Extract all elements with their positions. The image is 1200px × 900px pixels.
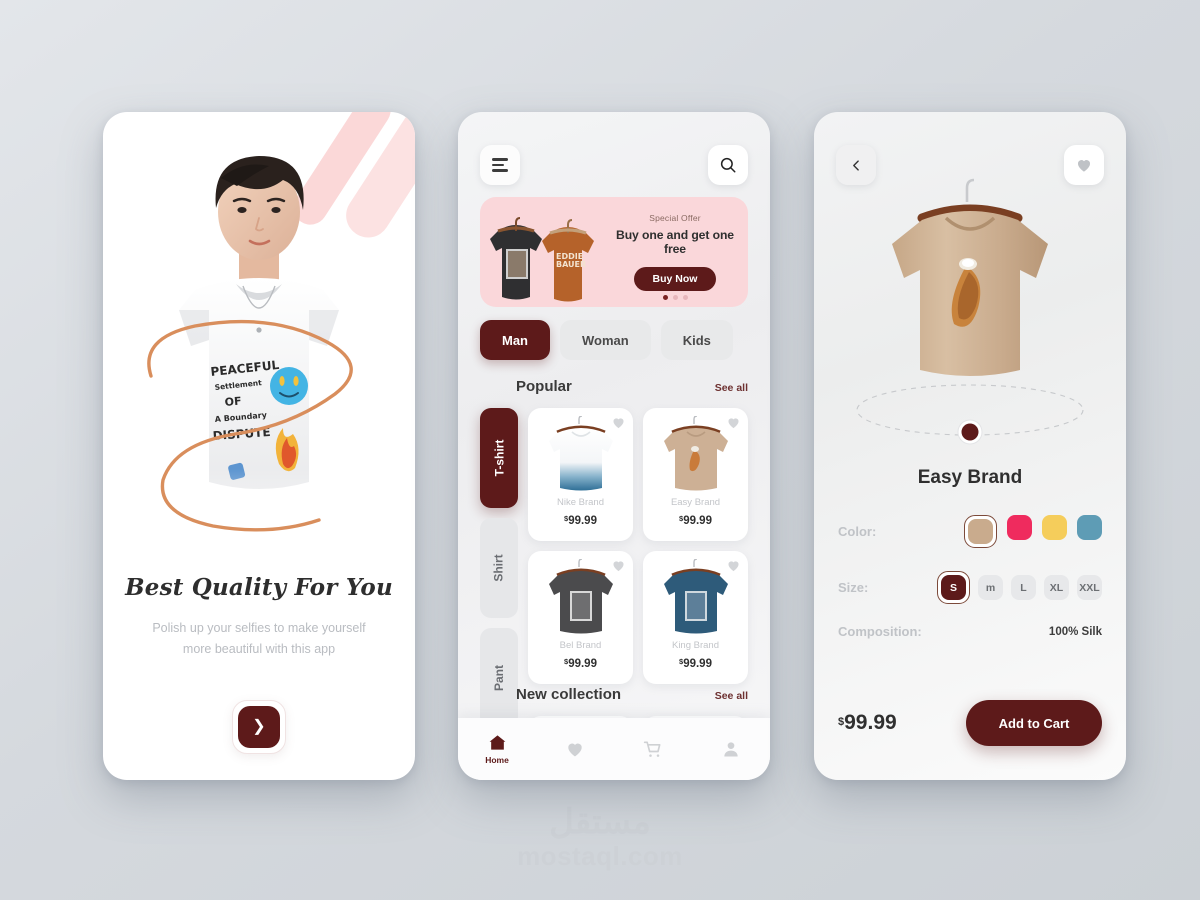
nav-item-home[interactable]: Home: [469, 733, 525, 765]
cart-icon: [643, 741, 661, 757]
size-option-m[interactable]: m: [978, 575, 1003, 600]
color-swatch-selected[interactable]: [964, 515, 997, 548]
page-title: Best Quality For You: [125, 574, 393, 601]
color-swatch-yellow[interactable]: [1042, 515, 1067, 540]
hero-image: PEACEFUL Settlement OF A Boundary DISPUT…: [103, 134, 415, 554]
product-price: $99.99: [564, 514, 597, 527]
rotate-handle: [961, 423, 979, 441]
side-tab-shirt[interactable]: Shirt: [480, 518, 518, 618]
side-tab-pant[interactable]: Pant: [480, 628, 518, 728]
dot-3[interactable]: [682, 295, 688, 300]
buy-now-button[interactable]: Buy Now: [634, 267, 716, 291]
popular-section-header: Popular See all: [516, 378, 748, 395]
product-price: $99.99: [564, 657, 597, 670]
product-image: [548, 559, 613, 634]
chevron-right-icon: ❯: [238, 706, 280, 748]
product-detail-screen: Easy Brand Color: Size: S m L XL XXL Com…: [814, 112, 1126, 780]
color-selector-row: Color:: [838, 515, 1102, 548]
product-card[interactable]: Bel Brand $99.99: [528, 551, 633, 684]
product-image: [548, 416, 613, 491]
product-image: [663, 416, 728, 491]
next-button[interactable]: ❯: [232, 700, 286, 754]
side-tab-label: Pant: [491, 664, 506, 692]
svg-text:BAUER: BAUER: [556, 260, 586, 269]
color-swatch-blue[interactable]: [1077, 515, 1102, 540]
banner-text: Special Offer Buy one and get one free B…: [610, 213, 740, 291]
product-price: $99.99: [679, 657, 712, 670]
home-screen: EDDIE BAUER Special Offer Buy one and ge…: [458, 112, 770, 780]
category-tab-woman[interactable]: Woman: [560, 320, 651, 360]
heart-icon: [568, 743, 582, 757]
size-option-l[interactable]: L: [1011, 575, 1036, 600]
product-card[interactable]: Easy Brand $99.99: [643, 408, 748, 541]
banner-shirts-image: EDDIE BAUER: [490, 217, 594, 302]
color-swatch-tan: [968, 519, 993, 544]
section-title-popular: Popular: [516, 378, 572, 395]
product-grid: Nike Brand $99.99 Easy Brand $99.99 Bel …: [528, 408, 748, 684]
size-options: S m L XL XXL: [937, 571, 1102, 604]
watermark-arabic: مستقل: [549, 803, 651, 841]
size-label-s: S: [941, 575, 966, 600]
category-tab-kids[interactable]: Kids: [660, 320, 733, 360]
nav-item-profile[interactable]: [703, 739, 759, 759]
product-price: $99.99: [679, 514, 712, 527]
see-all-popular[interactable]: See all: [715, 382, 748, 394]
size-option-selected[interactable]: S: [937, 571, 970, 604]
product-name: Easy Brand: [670, 497, 721, 508]
side-tab-tshirt[interactable]: T-shirt: [480, 408, 518, 508]
color-label: Color:: [838, 524, 877, 539]
composition-row: Composition: 100% Silk: [838, 624, 1102, 639]
product-name: Nike Brand: [557, 497, 604, 508]
product-card[interactable]: Nike Brand $99.99: [528, 408, 633, 541]
product-hero-image: [892, 178, 1048, 376]
size-option-xl[interactable]: XL: [1044, 575, 1069, 600]
side-tab-label: Shirt: [492, 554, 506, 582]
favorite-button[interactable]: [1064, 145, 1104, 185]
section-title-new-collection: New collection: [516, 686, 622, 703]
color-swatches: [964, 515, 1102, 548]
heart-icon: [1077, 160, 1091, 172]
search-icon[interactable]: [708, 145, 748, 185]
product-brand-title: Easy Brand: [917, 467, 1023, 488]
size-label: Size:: [838, 580, 869, 595]
composition-value: 100% Silk: [1048, 625, 1102, 638]
add-to-cart-button[interactable]: Add to Cart: [966, 700, 1102, 746]
category-tab-man[interactable]: Man: [480, 320, 550, 360]
color-swatch-pink[interactable]: [1007, 515, 1032, 540]
see-all-new-collection[interactable]: See all: [715, 690, 748, 702]
product-price: $99.99: [838, 711, 897, 734]
bottom-navigation: Home: [458, 718, 770, 780]
banner-pagination[interactable]: [610, 295, 740, 300]
composition-label: Composition:: [838, 624, 922, 639]
dot-1[interactable]: [662, 295, 668, 300]
category-tabs: Man Woman Kids: [480, 320, 733, 360]
size-option-xxl[interactable]: XXL: [1077, 575, 1102, 600]
hamburger-menu-icon[interactable]: [480, 145, 520, 185]
profile-icon: [724, 742, 738, 757]
product-image: [663, 559, 728, 634]
size-selector-row: Size: S m L XL XXL: [838, 571, 1102, 604]
page-subtitle: Polish up your selfies to make yourself …: [152, 621, 366, 656]
home-icon: [489, 735, 505, 750]
side-tab-label: T-shirt: [491, 439, 506, 477]
rotate-indicator[interactable]: [850, 382, 1090, 448]
watermark-latin: mostaql.com: [517, 841, 683, 871]
banner-eyebrow: Special Offer: [649, 213, 701, 223]
product-name: King Brand: [671, 640, 719, 651]
product-name: Bel Brand: [559, 640, 602, 651]
watermark: مستقل mostaql.com: [0, 805, 1200, 869]
type-side-tabs: T-shirt Shirt Pant: [480, 408, 518, 738]
dot-2[interactable]: [672, 295, 678, 300]
nav-label-home: Home: [485, 755, 509, 765]
onboarding-screen: PEACEFUL Settlement OF A Boundary DISPUT…: [103, 112, 415, 780]
nav-item-favorites[interactable]: [547, 739, 603, 759]
new-collection-section-header: New collection See all: [516, 686, 748, 703]
banner-headline: Buy one and get one free: [616, 228, 734, 256]
chevron-left-icon: [852, 159, 859, 171]
promo-banner[interactable]: EDDIE BAUER Special Offer Buy one and ge…: [480, 197, 748, 307]
detail-footer: $99.99 Add to Cart: [838, 700, 1102, 746]
nav-item-cart[interactable]: [625, 739, 681, 759]
product-card[interactable]: King Brand $99.99: [643, 551, 748, 684]
